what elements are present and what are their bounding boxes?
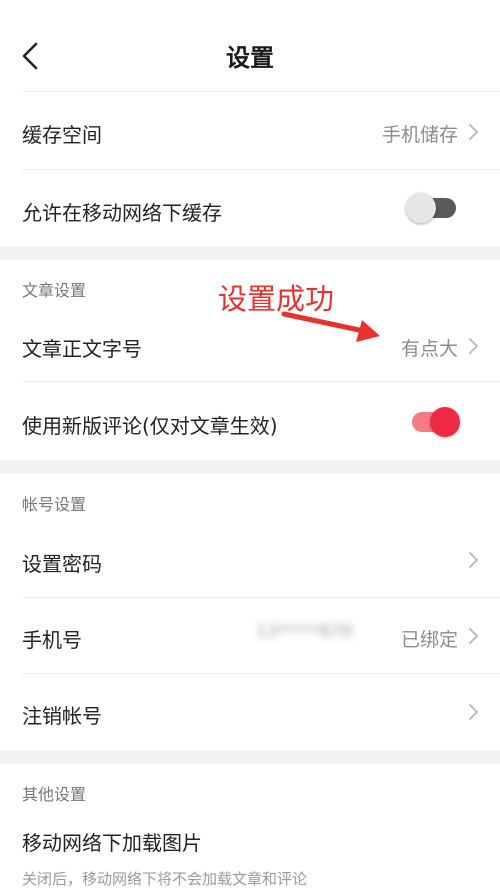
cache-space-value: 手机储存 bbox=[381, 124, 458, 146]
cancel-account-label: 注销帐号 bbox=[22, 704, 102, 728]
load-images-row[interactable]: 移动网络下加载图片 关闭后，移动网络下将不会加载文章和评论 bbox=[0, 812, 500, 889]
allow-mobile-cache-label: 允许在移动网络下缓存 bbox=[22, 201, 222, 225]
chevron-right-icon bbox=[469, 552, 478, 568]
chevron-right-icon bbox=[469, 338, 478, 354]
new-comments-row: 使用新版评论(仅对文章生效) bbox=[0, 382, 500, 460]
toggle-knob bbox=[406, 193, 436, 223]
chevron-left-icon bbox=[22, 42, 38, 70]
account-settings-section: 帐号设置 bbox=[0, 474, 500, 522]
phone-status: 已绑定 bbox=[400, 629, 458, 651]
section-title-article: 文章设置 bbox=[22, 281, 87, 300]
toggle-knob bbox=[430, 407, 460, 437]
allow-mobile-cache-toggle[interactable] bbox=[406, 193, 456, 223]
back-button[interactable] bbox=[10, 34, 50, 78]
set-password-row[interactable]: 设置密码 bbox=[0, 522, 500, 598]
chevron-right-icon bbox=[469, 628, 478, 644]
font-size-label: 文章正文字号 bbox=[22, 337, 142, 361]
phone-label: 手机号 bbox=[22, 628, 82, 652]
phone-number-masked: 13*****670 bbox=[256, 622, 353, 642]
set-password-label: 设置密码 bbox=[22, 552, 102, 576]
chevron-right-icon bbox=[469, 124, 478, 140]
chevron-right-icon bbox=[469, 704, 478, 720]
load-images-label: 移动网络下加载图片 bbox=[22, 831, 202, 855]
load-images-description: 关闭后，移动网络下将不会加载文章和评论 bbox=[22, 870, 308, 888]
allow-mobile-cache-row: 允许在移动网络下缓存 bbox=[0, 170, 500, 246]
cache-space-row[interactable]: 缓存空间 手机储存 bbox=[0, 92, 500, 170]
section-title-other: 其他设置 bbox=[22, 785, 87, 804]
cancel-account-row[interactable]: 注销帐号 bbox=[0, 674, 500, 750]
annotation-arrow-icon bbox=[281, 311, 380, 342]
section-gap bbox=[0, 750, 500, 764]
other-settings-section: 其他设置 bbox=[0, 764, 500, 812]
font-size-value: 有点大 bbox=[400, 338, 458, 360]
new-comments-label: 使用新版评论(仅对文章生效) bbox=[22, 414, 278, 438]
section-gap bbox=[0, 246, 500, 260]
page-title: 设置 bbox=[226, 44, 274, 72]
top-bar: 设置 bbox=[0, 0, 500, 92]
section-gap bbox=[0, 460, 500, 474]
font-size-row[interactable]: 文章正文字号 有点大 bbox=[0, 308, 500, 382]
section-title-account: 帐号设置 bbox=[22, 495, 87, 514]
phone-row[interactable]: 手机号 已绑定 bbox=[0, 598, 500, 674]
cache-space-label: 缓存空间 bbox=[22, 123, 102, 147]
new-comments-toggle[interactable] bbox=[412, 407, 460, 437]
